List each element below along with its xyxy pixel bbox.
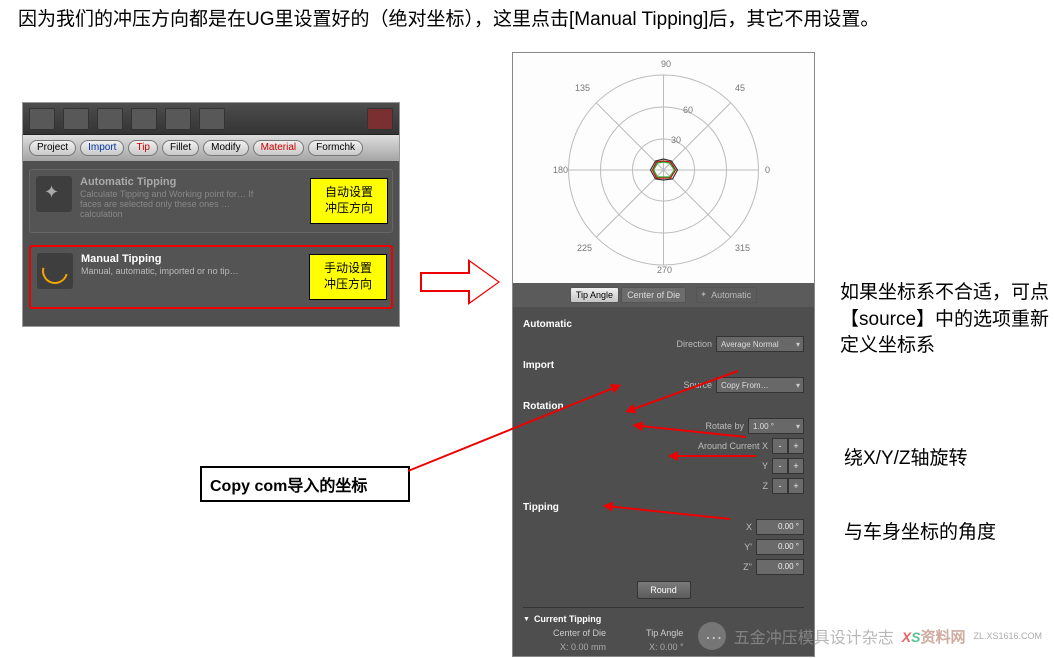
tipping-settings-panel: 90 135 180 225 270 315 0 45 30 60 Tip An… [512,52,815,657]
panel-body: Automatic Tipping Calculate Tipping and … [23,161,399,326]
tab-import[interactable]: Import [80,140,124,156]
watermark-text: 五金冲压模具设计杂志 [734,624,894,648]
tab-project[interactable]: Project [29,140,76,156]
minus-button[interactable]: - [772,478,788,494]
dropdown-source[interactable]: Copy From… [716,377,804,393]
sparkle-icon [36,176,72,212]
annotation-text: 如果坐标系不合适，可点【source】中的选项重新定义坐标系 [840,280,1050,360]
toolbar-icon[interactable] [63,108,89,130]
instruction-text: 因为我们的冲压方向都是在UG里设置好的（绝对坐标），这里点击[Manual Ti… [18,6,879,35]
spinner-z[interactable]: -+ [772,478,804,494]
input-y[interactable]: 0.00 ° [756,539,804,555]
plus-button[interactable]: + [788,458,804,474]
plus-button[interactable]: + [788,478,804,494]
tab-fillet[interactable]: Fillet [162,140,199,156]
toolbar-icon[interactable] [131,108,157,130]
axis-label: 45 [735,83,745,93]
axis-label: 30 [671,135,681,145]
annotation-text: 与车身坐标的角度 [844,520,1044,547]
tab-tip[interactable]: Tip [128,140,158,156]
dropdown-direction[interactable]: Average Normal [716,336,804,352]
section-tipping: Tipping X0.00 ° Y'0.00 ° Z''0.00 ° Round [523,502,804,599]
main-toolbar [23,103,399,135]
toolbar-icon[interactable] [97,108,123,130]
tab-formchk[interactable]: Formchk [308,140,363,156]
tab-material[interactable]: Material [253,140,305,156]
annotation-manual: 手动设置 冲压方向 [309,254,387,300]
section-import: Import Source Copy From… [523,360,804,395]
tab-modify[interactable]: Modify [203,140,248,156]
big-arrow-icon [420,262,500,302]
tab-automatic[interactable]: Automatic [696,287,757,303]
section-rotation: Rotation Rotate by 1.00 ° Around Current… [523,401,804,496]
tab-tip-angle[interactable]: Tip Angle [570,287,619,303]
tab-center-of-die[interactable]: Center of Die [621,287,686,303]
wechat-icon [698,622,726,650]
section-automatic: Automatic Direction Average Normal [523,319,804,354]
label-direction: Direction [676,339,712,349]
add-icon[interactable] [367,108,393,130]
axis-label: 60 [683,105,693,115]
rotation-arc-icon [37,253,73,289]
dropdown-rotateby[interactable]: 1.00 ° [748,418,804,434]
option-title: Automatic Tipping [80,176,270,188]
input-x[interactable]: 0.00 ° [756,519,804,535]
annotation-auto: 自动设置 冲压方向 [310,178,388,224]
axis-label: 0 [765,165,770,175]
toolbar-icon[interactable] [165,108,191,130]
minus-button[interactable]: - [772,438,788,454]
watermark: 五金冲压模具设计杂志 XS资料网 ZL.XS1616.COM [698,622,1042,650]
option-desc: Manual, automatic, imported or no tip… [81,267,239,277]
annotation-text: 绕X/Y/Z轴旋转 [844,446,968,473]
plus-button[interactable]: + [788,438,804,454]
option-title: Manual Tipping [81,253,239,265]
toolbar-icon[interactable] [29,108,55,130]
sub-tabs: Tip Angle Center of Die Automatic [513,283,814,307]
axis-label: 180 [553,165,568,175]
axis-label: 225 [577,243,592,253]
spinner-y[interactable]: -+ [772,458,804,474]
polar-chart: 90 135 180 225 270 315 0 45 30 60 [513,53,814,283]
input-z[interactable]: 0.00 ° [756,559,804,575]
spinner-x[interactable]: -+ [772,438,804,454]
ribbon-tabs: Project Import Tip Fillet Modify Materia… [23,135,399,161]
option-desc: Calculate Tipping and Working point for…… [80,190,270,220]
round-button[interactable]: Round [637,581,691,599]
option-automatic-tipping[interactable]: Automatic Tipping Calculate Tipping and … [29,169,393,233]
axis-label: 135 [575,83,590,93]
watermark-logo: XS资料网 [902,626,966,647]
minus-button[interactable]: - [772,458,788,474]
option-manual-tipping[interactable]: Manual Tipping Manual, automatic, import… [29,245,393,309]
axis-label: 90 [661,59,671,69]
toolbar-icon[interactable] [199,108,225,130]
axis-label: 270 [657,265,672,275]
annotation-copy: Copy com导入的坐标 [200,466,410,502]
annotation-arrow [670,455,756,457]
axis-label: 315 [735,243,750,253]
tipping-form: Automatic Direction Average Normal Impor… [513,307,814,657]
watermark-url: ZL.XS1616.COM [973,631,1042,641]
left-panel-screenshot: Project Import Tip Fillet Modify Materia… [22,102,400,327]
